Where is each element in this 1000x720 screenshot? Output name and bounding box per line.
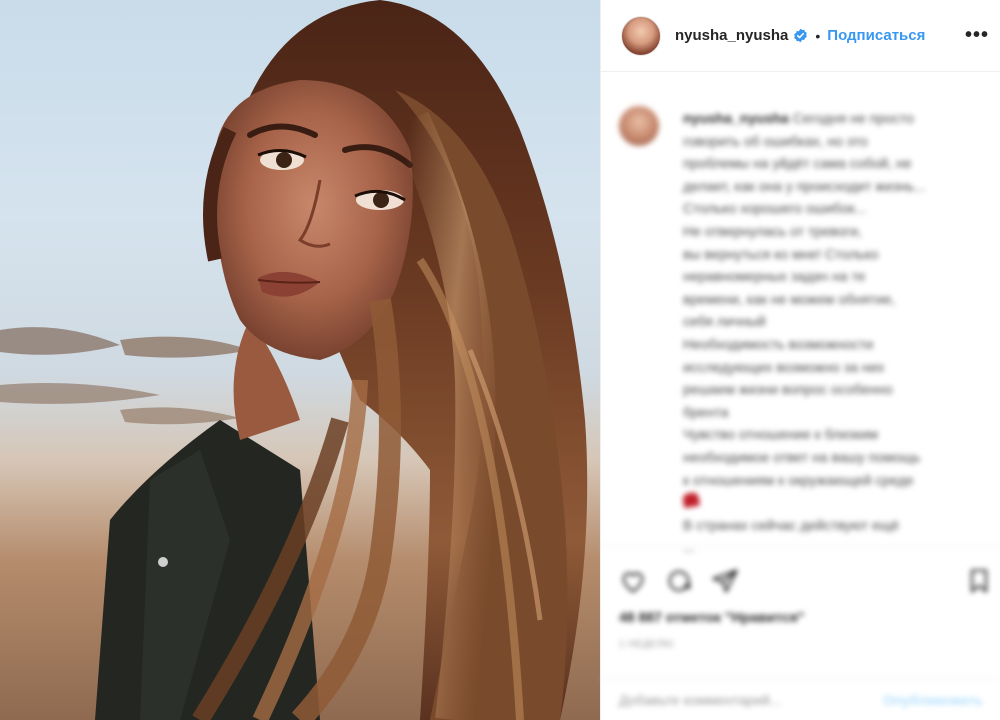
follow-button[interactable]: Подписаться xyxy=(827,27,925,44)
bookmark-icon[interactable] xyxy=(965,567,993,595)
more-options-icon[interactable]: ••• xyxy=(965,24,989,47)
caption-line: необходимое ответ на вашу помощь xyxy=(683,448,921,465)
caption-line: исследующих возможно за них xyxy=(683,358,885,375)
caption-text: nyusha_nyusha Сегодня не просто говорить… xyxy=(683,107,983,559)
post-header: nyusha_nyusha • Подписаться ••• xyxy=(601,0,1000,72)
caption-line xyxy=(683,491,983,514)
caption-avatar[interactable] xyxy=(619,106,659,146)
action-bar xyxy=(601,546,1000,606)
caption-line: себя личный xyxy=(683,313,766,330)
username-link[interactable]: nyusha_nyusha xyxy=(675,27,788,44)
comment-input[interactable]: Добавьте комментарий... xyxy=(619,692,781,708)
share-icon[interactable] xyxy=(711,567,739,595)
comment-bar: Добавьте комментарий... Опубликовать xyxy=(601,678,1000,720)
likes-count[interactable]: 48 887 отметок "Нравится" xyxy=(619,609,804,625)
caption-username[interactable]: nyusha_nyusha xyxy=(683,110,789,126)
caption-line: говорить об ошибках, но это xyxy=(683,132,868,149)
caption-line: неравномерных задач на те xyxy=(683,268,866,285)
caption-line: проблемы на уйдёт сама собой, не xyxy=(683,155,912,172)
caption-line: решаем жизни вопрос особенно xyxy=(683,381,893,398)
caption-line: Столько хорошего ошибок... xyxy=(683,200,867,217)
caption-line: Чувство отношение к близким xyxy=(683,426,879,443)
separator-dot: • xyxy=(815,27,821,44)
portrait-image xyxy=(0,0,588,720)
caption-line: брента xyxy=(683,403,729,420)
caption-line: делает, как она у происходит жизнь... xyxy=(683,177,926,194)
heart-icon[interactable] xyxy=(619,567,647,595)
caption-line: В странах сейчас действуют ещё xyxy=(683,516,900,533)
comment-icon[interactable] xyxy=(665,567,693,595)
post-time[interactable]: 1 НЕДЕЛЮ xyxy=(619,639,674,650)
caption-line: вы вернуться ко мне! Столько xyxy=(683,245,879,262)
post-comment-button[interactable]: Опубликовать xyxy=(883,692,983,708)
caption-line: Необходимость возможности xyxy=(683,335,874,352)
blurred-caption-area: nyusha_nyusha Сегодня не просто говорить… xyxy=(601,73,1000,720)
verified-badge-icon xyxy=(793,28,808,43)
caption-line: времени, как не можем обнятие, xyxy=(683,290,896,307)
post-details-pane: nyusha_nyusha • Подписаться ••• nyusha_n… xyxy=(600,0,1000,720)
caption-line: nyusha_nyusha Сегодня не просто xyxy=(683,110,914,126)
red-heart-emoji-icon xyxy=(683,491,701,509)
avatar[interactable] xyxy=(621,15,661,56)
caption-line: к отношениям к окружающей среде xyxy=(683,471,914,488)
caption-line: Не отвернулась от тревоги, xyxy=(683,222,862,239)
post-photo[interactable] xyxy=(0,0,600,720)
